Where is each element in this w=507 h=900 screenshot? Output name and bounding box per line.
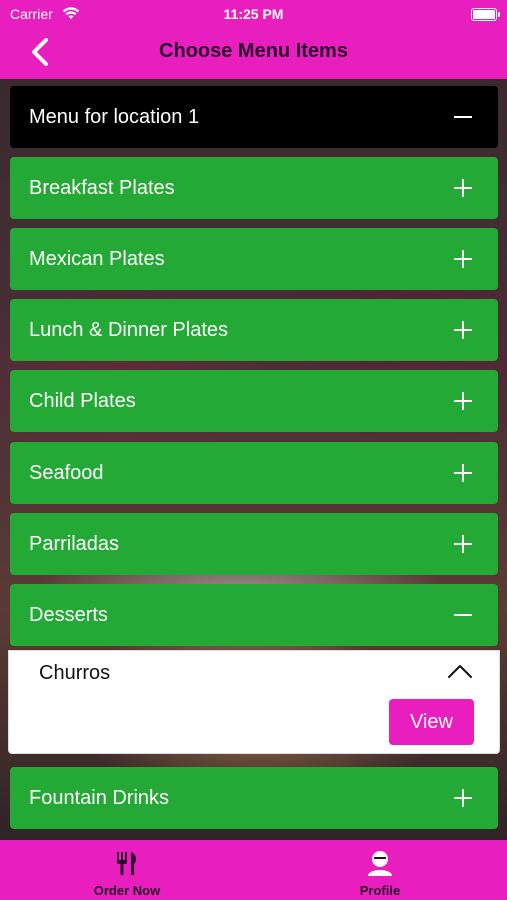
- category-row-mexican-plates[interactable]: Mexican Plates: [10, 228, 498, 290]
- category-label: Child Plates: [29, 389, 136, 412]
- category-row-fountain-drinks[interactable]: Fountain Drinks: [10, 767, 498, 829]
- tab-bar: Order Now Profile: [0, 840, 507, 900]
- tab-label: Profile: [359, 883, 401, 898]
- category-row-breakfast-plates[interactable]: Breakfast Plates: [10, 157, 498, 219]
- expand-icon: [454, 392, 472, 410]
- expand-icon: [454, 179, 472, 197]
- category-row-desserts[interactable]: Desserts: [10, 584, 498, 646]
- category-label: Parriladas: [29, 532, 120, 555]
- collapse-icon: [454, 108, 472, 126]
- nav-bar: Choose Menu Items: [0, 32, 507, 72]
- collapse-icon: [454, 606, 472, 624]
- category-row-lunch-dinner-plates[interactable]: Lunch & Dinner Plates: [10, 299, 498, 361]
- category-row-child-plates[interactable]: Child Plates: [10, 370, 498, 432]
- tab-label: Order Now: [93, 883, 161, 898]
- expand-icon: [454, 464, 472, 482]
- category-label: Fountain Drinks: [29, 786, 170, 809]
- category-row-seafood[interactable]: Seafood: [10, 442, 498, 504]
- expand-icon: [454, 535, 472, 553]
- category-label: Mexican Plates: [29, 247, 165, 270]
- tab-order-now[interactable]: Order Now: [47, 840, 207, 900]
- top-bar: Carrier 11:25 PM Choose Menu Items: [0, 0, 507, 79]
- battery-icon: [471, 8, 500, 21]
- expand-icon: [454, 789, 472, 807]
- dessert-item-panel: Churros View: [8, 650, 500, 754]
- clock: 11:25 PM: [223, 6, 284, 22]
- expand-icon: [454, 250, 472, 268]
- chevron-up-icon[interactable]: [447, 663, 473, 679]
- profile-icon: [368, 851, 392, 876]
- category-row-parriladas[interactable]: Parriladas: [10, 513, 498, 575]
- category-label: Desserts: [29, 603, 108, 626]
- category-label: Breakfast Plates: [29, 176, 175, 199]
- page-title: Choose Menu Items: [159, 40, 348, 62]
- utensils-icon: [117, 852, 136, 875]
- expand-icon: [454, 321, 472, 339]
- category-label: Lunch & Dinner Plates: [29, 318, 229, 341]
- status-bar: Carrier 11:25 PM: [0, 6, 507, 24]
- location-header-label: Menu for location 1: [29, 105, 200, 128]
- category-label: Seafood: [29, 461, 104, 484]
- tab-profile[interactable]: Profile: [300, 840, 460, 900]
- menu-item-name: Churros: [39, 662, 111, 684]
- view-button[interactable]: View: [389, 699, 474, 745]
- location-header-row[interactable]: Menu for location 1: [10, 86, 498, 148]
